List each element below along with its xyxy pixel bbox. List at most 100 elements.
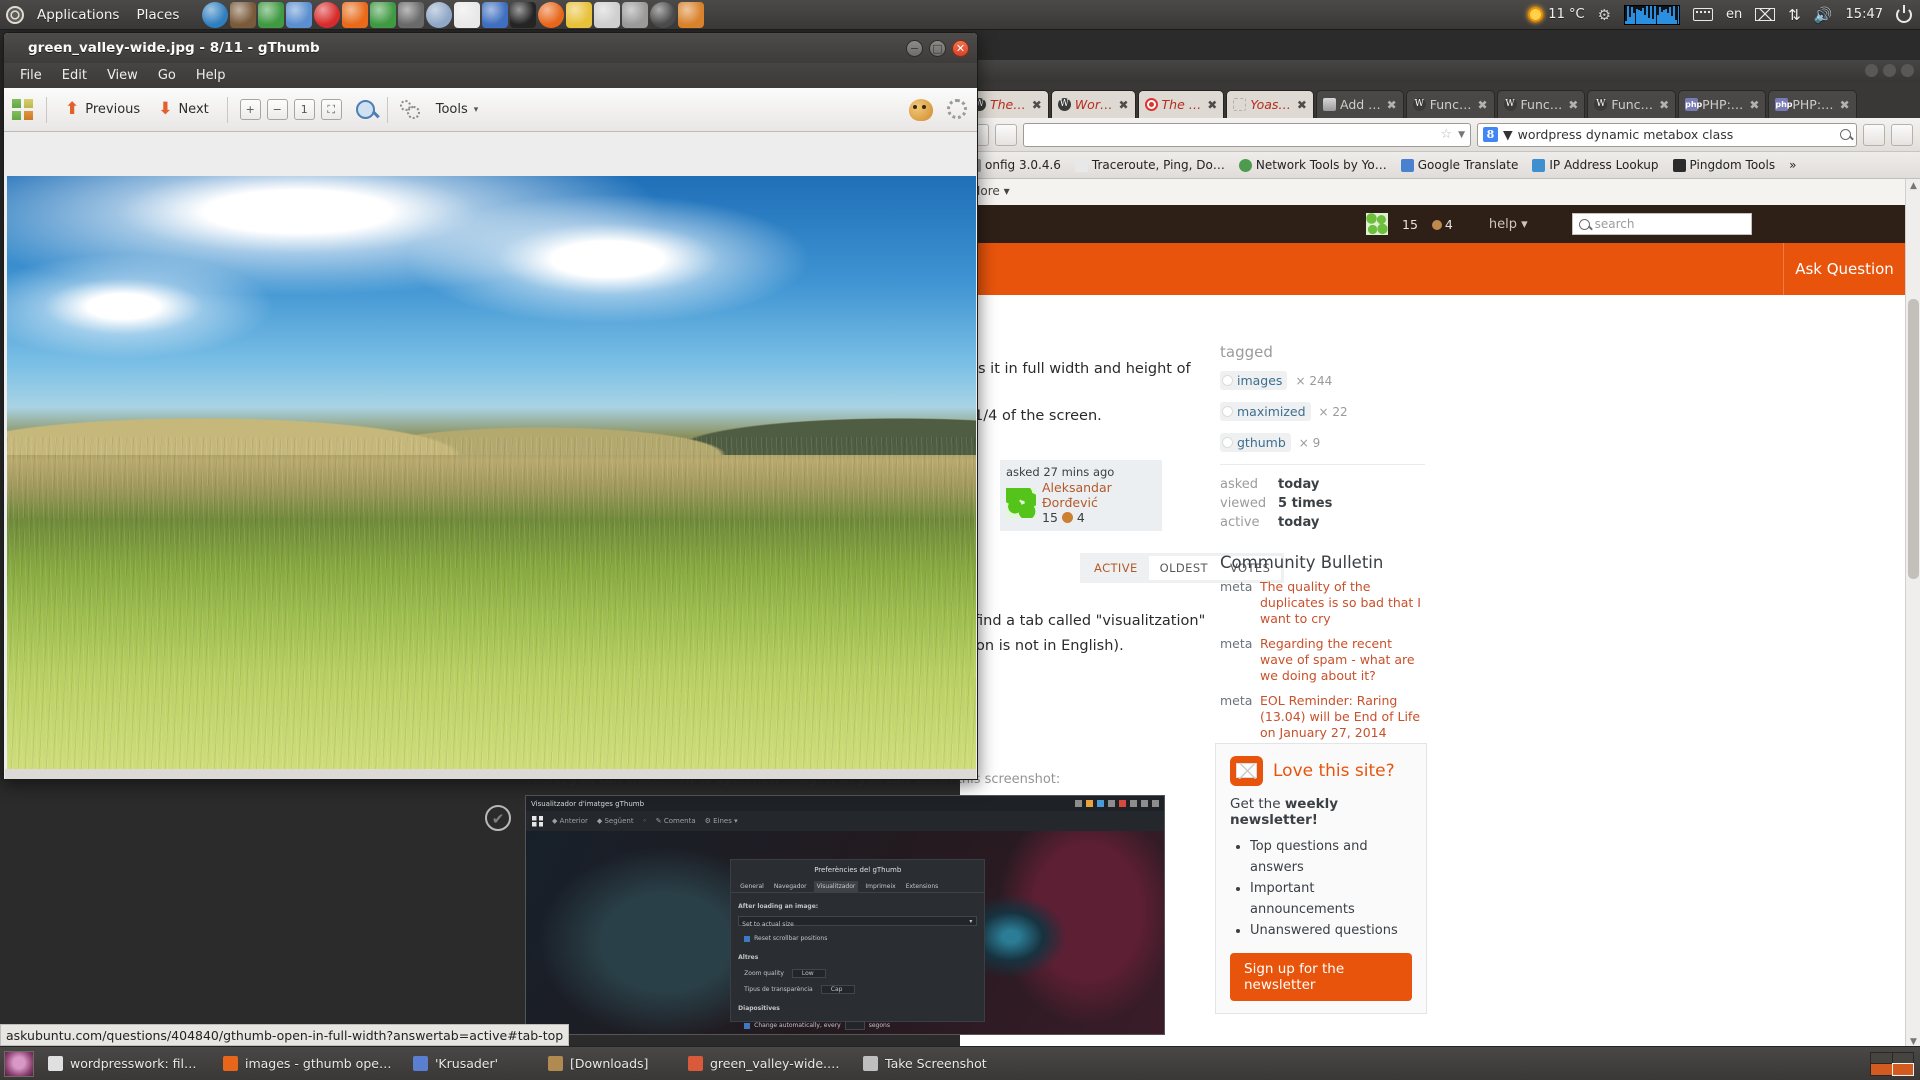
bookmark-item[interactable]: Google Translate — [1400, 158, 1518, 172]
newsletter-signup-button[interactable]: Sign up for the newsletter — [1230, 953, 1412, 1001]
forward-button[interactable] — [995, 123, 1017, 146]
bookmark-item[interactable]: Traceroute, Ping, Do… — [1074, 158, 1225, 172]
gthumb-menu-view[interactable]: View — [97, 66, 148, 85]
bookmark-item[interactable]: Network Tools by Yo… — [1238, 158, 1387, 172]
firefox-maximize-button[interactable] — [1883, 64, 1896, 77]
search-engine-dropdown-icon[interactable]: ▼ — [1503, 127, 1513, 142]
close-icon[interactable]: ✖ — [1659, 98, 1669, 112]
close-icon[interactable]: ✖ — [1477, 98, 1487, 112]
close-icon[interactable]: ✖ — [1749, 98, 1759, 112]
workspace-2[interactable] — [1892, 1052, 1913, 1063]
browser-tab[interactable]: W The… ✖ — [966, 90, 1049, 118]
tag-chip[interactable]: maximized — [1220, 402, 1311, 421]
taskbar-item[interactable]: green_valley-wide.jpg -… — [678, 1051, 853, 1077]
ask-question-button[interactable]: Ask Question — [1783, 243, 1905, 295]
zoom-100-button[interactable]: 1 — [293, 99, 315, 120]
tag-chip[interactable]: gthumb — [1220, 433, 1291, 452]
user-flair-icon[interactable] — [1366, 213, 1388, 235]
browser-tab[interactable]: The … ✖ — [1137, 90, 1225, 118]
text-editor-icon[interactable] — [426, 1, 453, 28]
gthumb-titlebar[interactable]: green_valley-wide.jpg - 8/11 - gThumb − … — [4, 33, 977, 63]
close-icon[interactable]: ✖ — [1032, 98, 1042, 112]
browser-tab[interactable]: php PHP:… ✖ — [1678, 90, 1767, 118]
close-icon[interactable]: ✖ — [1297, 98, 1307, 112]
terminal-icon[interactable] — [510, 1, 537, 28]
applications-menu[interactable]: Applications — [33, 5, 123, 25]
bookmark-star-icon[interactable]: ☆ — [1440, 127, 1452, 142]
browser-tabstrip[interactable]: W The… ✖ W Wor… ✖ The … ✖ Yoas… ✖ Add … ✖ W Func… ✖ W Fu… — [960, 82, 1920, 118]
browser-tab[interactable]: Yoas… ✖ — [1226, 90, 1314, 118]
help-menu[interactable]: help ▾ — [1489, 217, 1528, 232]
zoom-out-button[interactable]: − — [266, 99, 288, 120]
gthumb-toolbar[interactable]: ⬆ Previous ⬇ Next + − 1 ⛶ Tools ▾ — [4, 88, 977, 132]
image-viewer[interactable] — [7, 176, 976, 769]
network-transfer-indicator[interactable]: ⇅ — [1788, 6, 1801, 24]
firefox-window-controls[interactable] — [1865, 64, 1914, 77]
search-input[interactable]: 8 ▼ wordpress dynamic metabox class — [1477, 122, 1857, 147]
url-input[interactable]: ☆ ▼ — [1023, 122, 1471, 147]
weather-indicator[interactable]: 11 °C — [1528, 7, 1585, 22]
browser-tab[interactable]: W Func… ✖ — [1405, 90, 1495, 118]
embedded-screenshot[interactable]: Visualitzador d'imatges gThumb ◆ Anterio… — [525, 795, 1165, 1035]
bulletin-link[interactable]: Regarding the recent wave of spam - what… — [1260, 636, 1425, 684]
ubuntu-logo-icon[interactable] — [6, 5, 24, 24]
scrollbar-thumb[interactable] — [1908, 299, 1919, 579]
previous-button[interactable]: ⬆ Previous — [59, 97, 146, 122]
volume-indicator[interactable]: 🔊 — [1814, 6, 1833, 24]
browser-tab[interactable]: Add … ✖ — [1315, 90, 1404, 118]
screenshot-icon[interactable] — [622, 1, 649, 28]
taskbar-item[interactable]: wordpresswork: file://… — [38, 1051, 213, 1077]
power-indicator[interactable] — [1896, 4, 1912, 23]
zoom-in-button[interactable]: + — [239, 99, 261, 120]
close-icon[interactable]: ✖ — [1207, 98, 1217, 112]
scroll-up-arrow[interactable]: ▲ — [1908, 181, 1919, 192]
url-dropdown-icon[interactable]: ▼ — [1458, 130, 1465, 140]
bookmark-item[interactable]: onfig 3.0.4.6 — [968, 158, 1061, 172]
browser-tab[interactable]: php PHP:… ✖ — [1768, 90, 1857, 118]
google-search-engine-icon[interactable]: 8 — [1483, 127, 1498, 142]
next-button[interactable]: ⬇ Next — [152, 97, 215, 122]
panel-launchers[interactable] — [202, 1, 705, 28]
se-search-input[interactable]: search — [1571, 213, 1752, 235]
bulletin-link[interactable]: EOL Reminder: Raring (13.04) will be End… — [1260, 693, 1425, 741]
gthumb-minimize-button[interactable]: − — [906, 40, 923, 57]
zoom-icon[interactable] — [355, 100, 375, 119]
browser-tab[interactable]: W Func… ✖ — [1587, 90, 1677, 118]
firefox-icon[interactable] — [342, 1, 369, 28]
bookmark-item[interactable]: IP Address Lookup — [1532, 158, 1659, 172]
gear-icon[interactable] — [947, 98, 969, 121]
user-reputation[interactable]: 15 — [1402, 217, 1418, 232]
search-go-icon[interactable] — [1840, 129, 1851, 140]
gthumb-menu-help[interactable]: Help — [186, 66, 236, 85]
gthumb-mascot-icon[interactable] — [909, 98, 933, 121]
mail-indicator[interactable] — [1755, 8, 1776, 21]
gthumb-menubar[interactable]: File Edit View Go Help — [4, 63, 977, 88]
gthumb-close-button[interactable]: ✕ — [952, 40, 969, 57]
close-icon[interactable]: ✖ — [1118, 98, 1128, 112]
page-scrollbar[interactable]: ▲ ▼ — [1905, 179, 1920, 1050]
workspace-switcher[interactable] — [1870, 1051, 1914, 1076]
tag-chip[interactable]: images — [1220, 371, 1288, 390]
close-icon[interactable]: ✖ — [1840, 98, 1850, 112]
page-more-link[interactable]: More ▾ — [960, 179, 1920, 205]
calculator-icon[interactable] — [650, 1, 677, 28]
clock-indicator[interactable]: 15:47 — [1846, 7, 1883, 22]
gthumb-menu-edit[interactable]: Edit — [52, 66, 97, 85]
bookmark-item[interactable]: Pingdom Tools — [1672, 158, 1775, 172]
steam-indicator[interactable]: ⚙ — [1598, 6, 1611, 24]
keyboard-indicator[interactable] — [1693, 8, 1714, 21]
firefox-minimize-button[interactable] — [1865, 64, 1878, 77]
network-monitor-indicator[interactable] — [1624, 4, 1681, 25]
zoom-fit-button[interactable]: ⛶ — [320, 99, 342, 120]
language-indicator[interactable]: en — [1726, 7, 1742, 22]
question-author-name[interactable]: Aleksandar Đorđević — [1042, 480, 1156, 510]
bookmarks-bar[interactable]: onfig 3.0.4.6 Traceroute, Ping, Do… Networ… — [960, 152, 1920, 179]
home-button[interactable] — [1863, 123, 1885, 146]
bulletin-link[interactable]: The quality of the duplicates is so bad … — [1260, 579, 1425, 627]
notes-icon[interactable] — [454, 1, 481, 28]
downloads-button[interactable] — [1891, 123, 1913, 146]
chromium-icon[interactable] — [286, 1, 313, 28]
gthumb-menu-file[interactable]: File — [10, 66, 52, 85]
workspace-1[interactable] — [1871, 1052, 1892, 1063]
media-player-icon[interactable] — [230, 1, 257, 28]
